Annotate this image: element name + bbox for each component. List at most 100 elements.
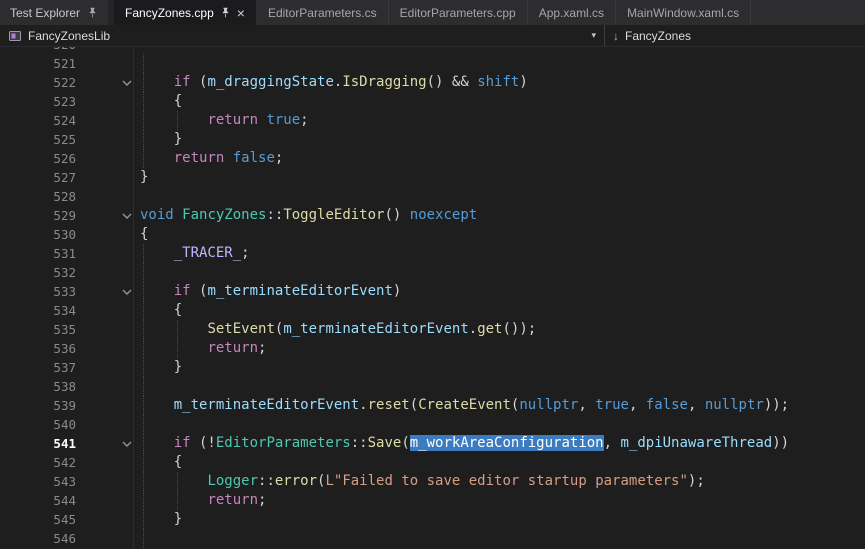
token: ( — [401, 435, 409, 451]
indent-guide — [143, 54, 144, 73]
token: { — [174, 93, 182, 109]
tab-mainwindow-xaml-cs[interactable]: MainWindow.xaml.cs — [616, 0, 751, 25]
code-line-538[interactable]: 538 — [0, 377, 865, 396]
code-line-522[interactable]: 522if (m_draggingState.IsDragging() && s… — [0, 73, 865, 92]
vs-window: Test Explorer FancyZones.cpp×EditorParam… — [0, 0, 865, 549]
tab-editorparameters-cpp[interactable]: EditorParameters.cpp — [389, 0, 528, 25]
project-name: FancyZonesLib — [28, 29, 110, 43]
line-number: 524 — [0, 111, 78, 130]
tab-editorparameters-cs[interactable]: EditorParameters.cs — [257, 0, 389, 25]
token: (! — [191, 435, 216, 451]
code-line-524[interactable]: 524 return true; — [0, 111, 865, 130]
tab-bar: Test Explorer FancyZones.cpp×EditorParam… — [0, 0, 865, 25]
code-line-539[interactable]: 539m_terminateEditorEvent.reset(CreateEv… — [0, 396, 865, 415]
code-line-543[interactable]: 543Logger::error(L"Failed to save editor… — [0, 472, 865, 491]
fold-margin — [78, 529, 140, 548]
fold-margin — [78, 282, 140, 301]
indent-guide — [177, 491, 178, 510]
token: :: — [258, 473, 275, 489]
token: false — [233, 150, 275, 166]
fold-margin — [78, 358, 140, 377]
selected-text: m_workAreaConfiguration — [410, 435, 604, 451]
line-number: 534 — [0, 301, 78, 320]
tab-label: EditorParameters.cpp — [400, 6, 516, 20]
code-line-525[interactable]: 525} — [0, 130, 865, 149]
fold-margin — [78, 168, 140, 187]
code-line-521[interactable]: 521 — [0, 54, 865, 73]
member-name: FancyZones — [625, 29, 691, 43]
tab-fancyzones-cpp[interactable]: FancyZones.cpp× — [114, 0, 257, 25]
line-number: 531 — [0, 244, 78, 263]
pin-icon[interactable] — [87, 7, 98, 18]
token: } — [174, 359, 182, 375]
token: } — [140, 169, 148, 185]
fold-margin — [78, 187, 140, 206]
indent-guide — [143, 491, 144, 510]
line-number: 528 — [0, 187, 78, 206]
fold-margin — [78, 510, 140, 529]
line-number: 540 — [0, 415, 78, 434]
line-number: 529 — [0, 206, 78, 225]
fold-chevron-icon[interactable] — [122, 441, 132, 447]
indent-guide — [143, 92, 144, 111]
code-line-541[interactable]: 541if (!EditorParameters::Save(m_workAre… — [0, 434, 865, 453]
code-line-531[interactable]: 531 _TRACER_; — [0, 244, 865, 263]
project-dropdown[interactable]: FancyZonesLib ▾ — [0, 25, 604, 46]
code-line-546[interactable]: 546 — [0, 529, 865, 548]
line-number: 521 — [0, 54, 78, 73]
line-number: 532 — [0, 263, 78, 282]
line-number: 545 — [0, 510, 78, 529]
code-line-544[interactable]: 544return; — [0, 491, 865, 510]
code-line-533[interactable]: 533if (m_terminateEditorEvent) — [0, 282, 865, 301]
code-line-532[interactable]: 532 — [0, 263, 865, 282]
code-line-527[interactable]: 527} — [0, 168, 865, 187]
code-text: return true; — [140, 111, 309, 130]
code-line-545[interactable]: 545} — [0, 510, 865, 529]
fold-margin — [78, 396, 140, 415]
token: m_terminateEditorEvent — [207, 283, 392, 299]
indent-guide — [143, 510, 144, 529]
code-line-520[interactable]: 520 — [0, 47, 865, 54]
code-line-537[interactable]: 537} — [0, 358, 865, 377]
fold-margin — [78, 491, 140, 510]
code-text: _TRACER_; — [140, 244, 250, 263]
token: } — [174, 511, 182, 527]
member-dropdown[interactable]: ↓ FancyZones — [605, 25, 699, 46]
fold-margin — [78, 130, 140, 149]
code-editor[interactable]: 520521522if (m_draggingState.IsDragging(… — [0, 47, 865, 549]
indent-guide — [143, 377, 144, 396]
token: m_dpiUnawareThread — [620, 435, 772, 451]
token: IsDragging — [342, 74, 426, 90]
token: SetEvent — [207, 321, 274, 337]
code-line-529[interactable]: 529void FancyZones::ToggleEditor() noexc… — [0, 206, 865, 225]
fold-margin — [78, 244, 140, 263]
tab-test-explorer[interactable]: Test Explorer — [0, 0, 108, 25]
code-line-540[interactable]: 540 — [0, 415, 865, 434]
token: _TRACER_ — [174, 245, 241, 261]
fold-margin — [78, 453, 140, 472]
pin-icon[interactable] — [220, 7, 231, 18]
code-line-536[interactable]: 536return; — [0, 339, 865, 358]
tab-app-xaml-cs[interactable]: App.xaml.cs — [528, 0, 616, 25]
code-line-528[interactable]: 528 — [0, 187, 865, 206]
fold-chevron-icon[interactable] — [122, 80, 132, 86]
code-line-542[interactable]: 542{ — [0, 453, 865, 472]
token: ()); — [502, 321, 536, 337]
close-icon[interactable]: × — [237, 6, 245, 20]
fold-chevron-icon[interactable] — [122, 213, 132, 219]
code-line-526[interactable]: 526return false; — [0, 149, 865, 168]
code-line-534[interactable]: 534{ — [0, 301, 865, 320]
line-number: 527 — [0, 168, 78, 187]
token: Logger — [207, 473, 258, 489]
fold-margin — [78, 92, 140, 111]
code-text: return; — [140, 339, 266, 358]
indent-guide — [143, 149, 144, 168]
code-text: m_terminateEditorEvent.reset(CreateEvent… — [140, 396, 789, 415]
code-line-530[interactable]: 530{ — [0, 225, 865, 244]
line-number: 537 — [0, 358, 78, 377]
code-line-523[interactable]: 523{ — [0, 92, 865, 111]
fold-chevron-icon[interactable] — [122, 289, 132, 295]
code-line-535[interactable]: 535SetEvent(m_terminateEditorEvent.get()… — [0, 320, 865, 339]
token: void — [140, 207, 174, 223]
token: )) — [772, 435, 789, 451]
